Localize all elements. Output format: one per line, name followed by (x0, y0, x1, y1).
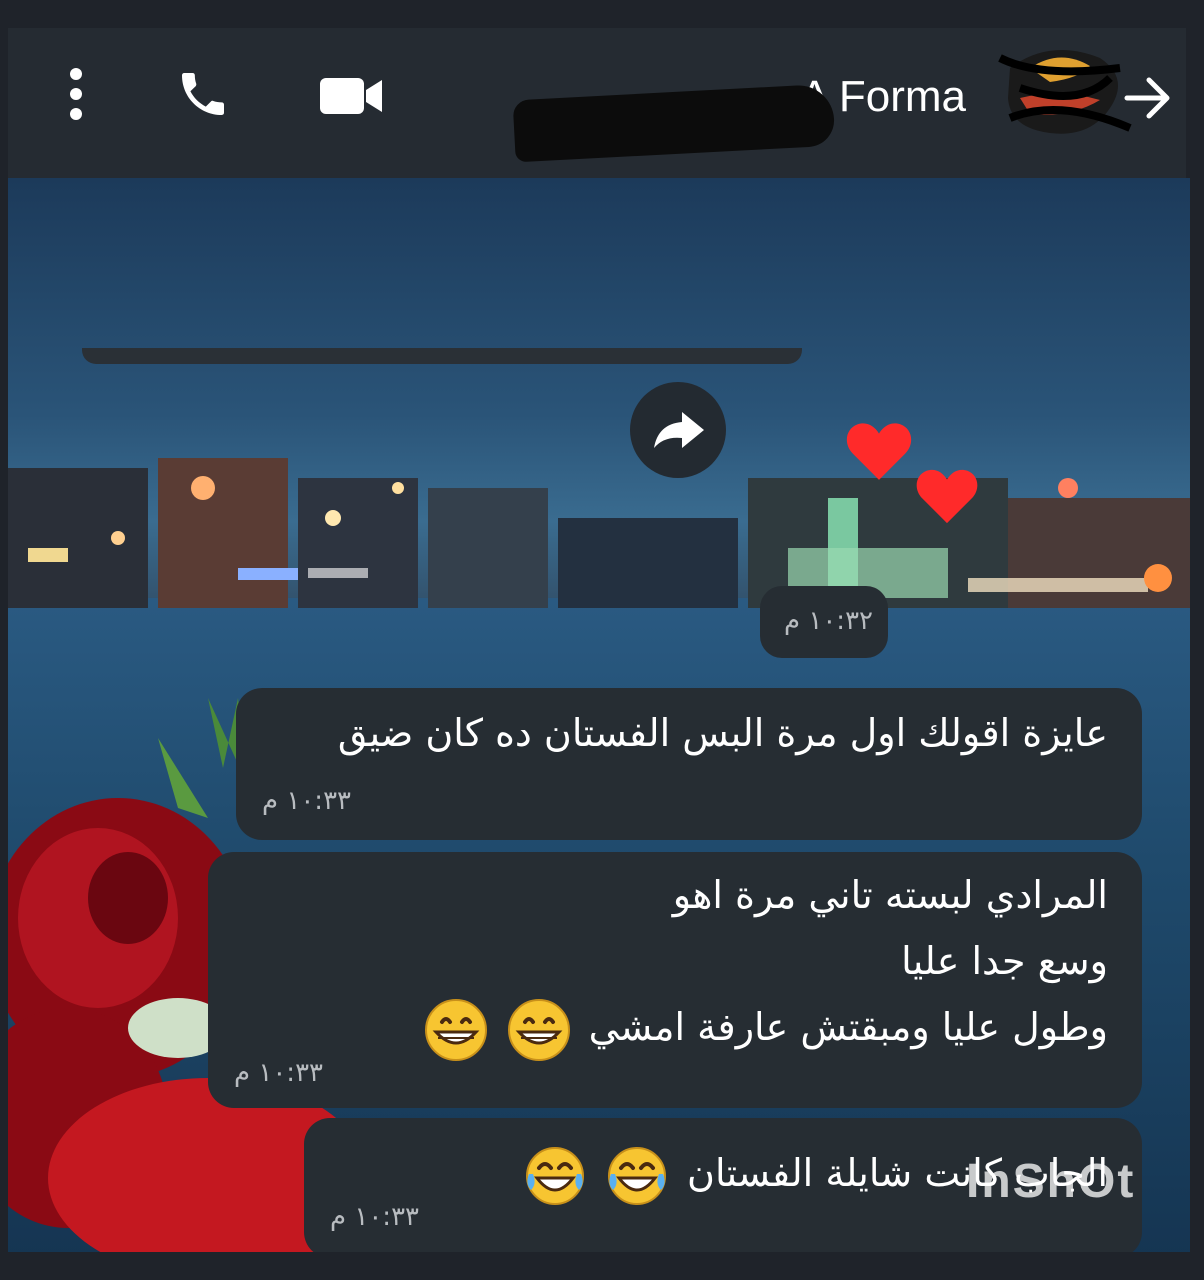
message-line: عايزة اقولك اول مرة البس الفستان ده كان … (337, 711, 1108, 755)
name-redaction-scribble (512, 83, 836, 163)
red-heart-icon (846, 423, 912, 480)
message-time: ١٠:٣٣ م (262, 786, 351, 816)
message-line: المرادي لبسته تاني مرة اهو (672, 873, 1108, 917)
share-arrow-icon (654, 412, 704, 448)
forward-button[interactable] (630, 382, 726, 478)
tears-of-joy-icon (525, 1146, 584, 1205)
red-heart-icon (916, 469, 978, 524)
screen-frame: Sutto A Forma (0, 0, 1204, 1280)
media-timestamp: ١٠:٣٢ م (760, 586, 888, 658)
wallpaper-city-skyline (8, 458, 1190, 608)
more-vert-icon[interactable] (56, 64, 96, 124)
arrow-right-icon[interactable] (1118, 68, 1178, 128)
message-text: عايزة اقولك اول مرة البس الفستان ده كان … (338, 700, 1108, 766)
message-text: المرادي لبسته تاني مرة اهو وسع جدا عليا … (424, 862, 1108, 1062)
grinning-face-icon (425, 998, 488, 1061)
message-line-with-emoji: وطول عليا ومبقتش عارفة امشي (424, 994, 1108, 1062)
phone-icon[interactable] (168, 64, 238, 124)
video-camera-icon[interactable] (308, 68, 394, 124)
grinning-face-icon (507, 998, 570, 1061)
chat-header: A Forma (8, 28, 1186, 178)
message-line: وطول عليا ومبقتش عارفة امشي (588, 1005, 1108, 1049)
inshot-watermark: InShOt (966, 1155, 1136, 1208)
message-time: ١٠:٣٣ م (330, 1202, 419, 1232)
message-time: ١٠:٣٢ م (784, 606, 873, 636)
video-camera-icon-glyph (320, 78, 382, 114)
arrow-right-icon-glyph (1124, 77, 1170, 119)
phone-icon-glyph (182, 73, 224, 115)
message-bubble[interactable]: عايزة اقولك اول مرة البس الفستان ده كان … (236, 688, 1142, 840)
tears-of-joy-icon (607, 1146, 666, 1205)
more-vert-icon-glyph (70, 68, 82, 120)
bottom-bar (0, 1252, 1204, 1280)
previous-message-edge (82, 348, 802, 364)
message-time: ١٠:٣٣ م (234, 1058, 323, 1088)
message-line: وسع جدا عليا (901, 939, 1108, 983)
message-bubble[interactable]: المرادي لبسته تاني مرة اهو وسع جدا عليا … (208, 852, 1142, 1108)
